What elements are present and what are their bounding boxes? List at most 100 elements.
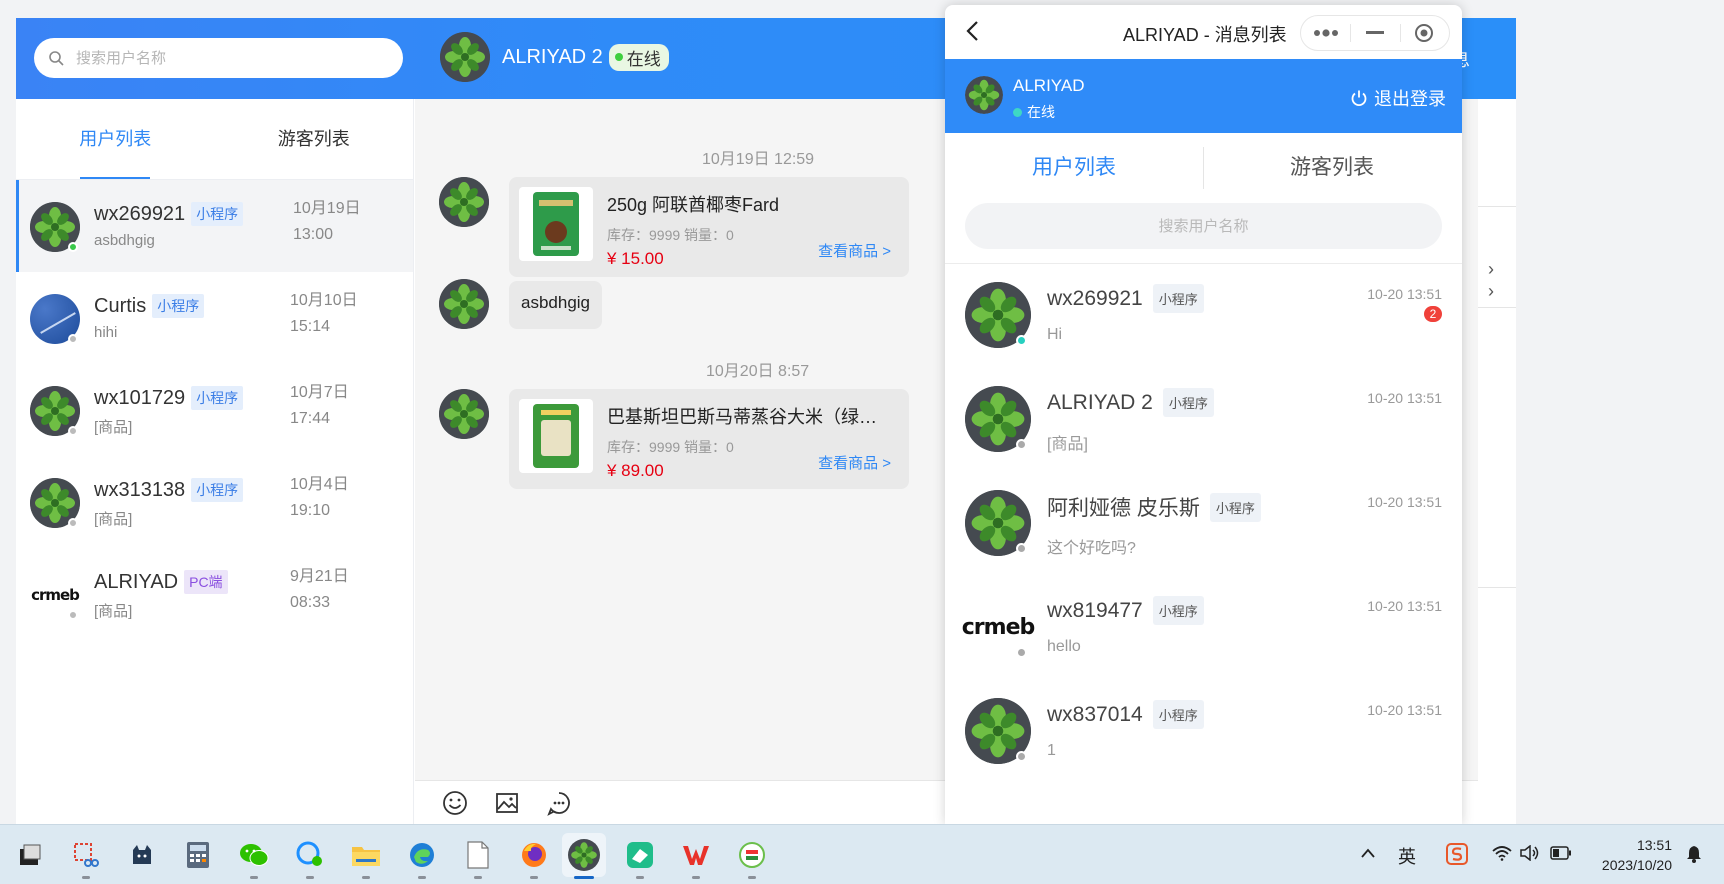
mini-window-title: ALRIYAD - 消息列表: [1123, 25, 1287, 45]
notification-bell-icon[interactable]: [1686, 845, 1702, 863]
running-indicator: [636, 876, 644, 879]
time-separator: 10月20日 8:57: [706, 363, 810, 380]
conversation-list: wx269921 小程序 asbdhgig 10月19日 13:00 Curtis 小程序 h…: [16, 180, 413, 640]
mini-search-box[interactable]: [965, 203, 1442, 249]
mini-conversation-item[interactable]: wx837014 小程序 1 10-20 13:51: [945, 680, 1462, 784]
more-options-button[interactable]: [1301, 15, 1350, 51]
conversation-sidebar: 用户列表 游客列表 wx269921 小程序 asbdhgig 10月19日 13:00…: [16, 99, 414, 824]
volume-icon[interactable]: [1520, 845, 1540, 861]
mini-conversation-preview: 1: [1047, 742, 1056, 759]
minimize-button[interactable]: [1350, 15, 1399, 51]
rice-package-icon: [533, 404, 579, 468]
view-product-link[interactable]: 查看商品 >: [818, 240, 891, 261]
back-arrow-icon[interactable]: [961, 19, 985, 43]
conversation-item[interactable]: wx101729 小程序 [商品] 10月7日 17:44: [16, 364, 413, 456]
taskbar-app-green[interactable]: [618, 833, 662, 879]
product-image: [519, 399, 593, 473]
tab-guest-list[interactable]: 游客列表: [215, 99, 414, 179]
mini-tab-user-list[interactable]: 用户列表: [945, 133, 1203, 203]
firefox-icon: [522, 843, 546, 867]
cat-app-icon: [133, 845, 151, 864]
conversation-date: 10月19日: [293, 200, 361, 217]
dates-package-icon: [533, 192, 579, 256]
taskbar-app-file-explorer[interactable]: [344, 833, 388, 879]
logout-button[interactable]: 退出登录: [1350, 85, 1446, 111]
taskbar-app-store[interactable]: [730, 833, 774, 879]
conversation-time: 10月10日 15:14: [290, 288, 380, 340]
wifi-icon[interactable]: [1492, 845, 1512, 861]
view-product-link[interactable]: 查看商品 >: [818, 452, 891, 473]
ime-language-indicator[interactable]: 英: [1398, 843, 1416, 869]
taskbar-app-edge[interactable]: [400, 833, 444, 879]
taskbar-app-calculator[interactable]: [176, 833, 220, 877]
mini-conversation-item[interactable]: wx269921 小程序 Hi 10-20 13:51 2: [945, 264, 1462, 368]
conversation-item[interactable]: Curtis 小程序 hihi 10月10日 15:14: [16, 272, 413, 364]
conversation-body: ALRIYAD PC端 [商品]: [94, 570, 284, 640]
tab-divider: [1203, 147, 1204, 189]
platform-badge: 小程序: [191, 386, 244, 410]
conversation-item[interactable]: wx313138 小程序 [商品] 10月4日 19:10: [16, 456, 413, 548]
online-status-text: 在线: [626, 49, 661, 69]
chevron-right-icon[interactable]: ›: [1488, 281, 1494, 302]
product-card[interactable]: 巴基斯坦巴斯马蒂蒸谷大米（绿）5kg 库存：9999 销量：0 ¥ 89.00 …: [509, 389, 909, 489]
conversation-date: 9月21日: [290, 568, 349, 585]
user-search-input[interactable]: [76, 49, 376, 67]
mini-tab-guest-list[interactable]: 游客列表: [1203, 133, 1461, 203]
conversation-name: wx269921: [94, 202, 186, 225]
sender-avatar: [439, 279, 489, 329]
mini-conversation-preview: Hi: [1047, 326, 1063, 343]
sogou-ime-icon[interactable]: [1446, 843, 1468, 865]
taskbar-app-wps[interactable]: [674, 833, 718, 879]
platform-badge: 小程序: [1152, 596, 1204, 625]
chat-header-user: ALRIYAD 2 在线: [440, 32, 669, 82]
product-name: 巴基斯坦巴斯马蒂蒸谷大米（绿）5kg: [607, 407, 889, 427]
conversation-name: ALRIYAD: [94, 570, 179, 593]
tab-user-list[interactable]: 用户列表: [16, 99, 215, 179]
emoji-icon[interactable]: [441, 789, 469, 817]
taskbar-app-notepad[interactable]: [456, 833, 500, 879]
target-close-icon: [1415, 24, 1434, 42]
status-dot-icon: [1016, 647, 1027, 658]
taskbar-app-alriyad[interactable]: [562, 833, 606, 879]
quick-reply-icon[interactable]: [545, 789, 573, 817]
mini-conversation-item[interactable]: ALRIYAD 2 小程序 [商品] 10-20 13:51: [945, 368, 1462, 472]
conversation-header: wx101729 小程序: [94, 386, 284, 410]
platform-badge: 小程序: [1209, 492, 1261, 522]
product-info: 巴基斯坦巴斯马蒂蒸谷大米（绿）5kg 库存：9999 销量：0 ¥ 89.00 …: [607, 399, 899, 480]
mini-conversation-avatar: [965, 698, 1031, 764]
system-clock[interactable]: 13:51 2023/10/20: [1594, 835, 1672, 875]
close-capsule-button[interactable]: [1399, 15, 1449, 51]
mini-user-avatar: [965, 76, 1003, 114]
battery-icon[interactable]: [1550, 846, 1572, 860]
taskbar-app-wechat[interactable]: [232, 833, 276, 879]
taskbar-app-firefox[interactable]: [512, 833, 556, 879]
image-icon[interactable]: [493, 789, 521, 817]
conversation-item[interactable]: crmeb ALRIYAD PC端 [商品] 9月21日 08:33: [16, 548, 413, 640]
platform-badge: 小程序: [191, 478, 244, 502]
taskbar-app-terminal[interactable]: [8, 833, 52, 877]
clock-date: 2023/10/20: [1601, 857, 1672, 873]
taskbar-app-snipping[interactable]: [64, 833, 108, 879]
windows-taskbar: 英 13:51 2023/10/20: [0, 824, 1724, 884]
conversation-name: wx313138: [94, 478, 186, 501]
edge-browser-icon: [410, 843, 434, 867]
product-card[interactable]: 250g 阿联酋椰枣Fard 库存：9999 销量：0 ¥ 15.00 查看商品…: [509, 177, 909, 277]
taskbar-app-chat[interactable]: [288, 833, 332, 879]
mini-conversation-item[interactable]: 阿利娅德 皮乐斯 小程序 这个好吃吗? 10-20 13:51: [945, 472, 1462, 576]
user-search-box[interactable]: [34, 38, 403, 78]
divider: [1478, 307, 1516, 308]
chevron-up-icon[interactable]: [1360, 847, 1376, 859]
conversation-time: 10月7日 17:44: [290, 380, 380, 432]
mini-search-input[interactable]: [1053, 217, 1354, 235]
text-message-bubble: asbdhgig: [509, 281, 603, 329]
mini-conversation-item[interactable]: crmeb wx819477 小程序 hello 10-20 13:51: [945, 576, 1462, 680]
chevron-right-icon[interactable]: ›: [1488, 259, 1494, 280]
status-dot-icon: [68, 334, 78, 344]
running-indicator: [530, 876, 538, 879]
conversation-item[interactable]: wx269921 小程序 asbdhgig 10月19日 13:00: [16, 180, 413, 272]
running-indicator: [306, 876, 314, 879]
taskbar-app-cat[interactable]: [120, 833, 164, 877]
mini-conversation-list: wx269921 小程序 Hi 10-20 13:51 2 ALRIYAD 2 小程序 [商品…: [945, 264, 1462, 784]
conversation-body: wx101729 小程序 [商品]: [94, 386, 284, 456]
running-indicator: [250, 876, 258, 879]
